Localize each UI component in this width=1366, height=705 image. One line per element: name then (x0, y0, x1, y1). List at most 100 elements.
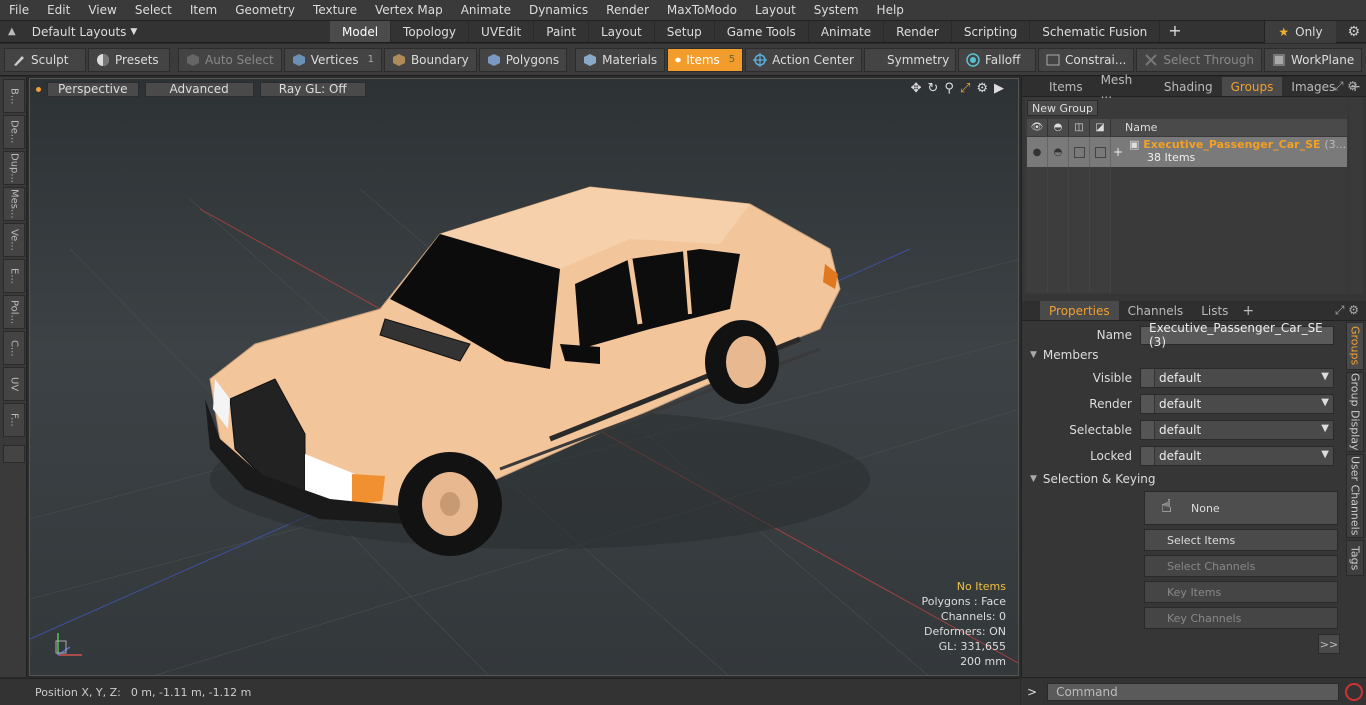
symmetry-button[interactable]: Symmetry (863, 47, 956, 72)
vtab-tags[interactable]: Tags (1346, 540, 1364, 576)
tab-shading[interactable]: Shading (1155, 77, 1222, 96)
tab-layout[interactable]: Layout (589, 21, 655, 42)
move-icon[interactable]: ✥ (911, 81, 922, 96)
tool-tab-vertex[interactable]: Ve... (3, 223, 25, 257)
lock-toggle[interactable] (1069, 137, 1090, 167)
tab-groups[interactable]: Groups (1221, 77, 1283, 96)
tab-paint[interactable]: Paint (534, 21, 589, 42)
select-through-button[interactable]: Select Through (1136, 47, 1262, 72)
zoom-icon[interactable]: ⚲ (944, 81, 954, 96)
tab-items[interactable]: Items (1040, 77, 1092, 96)
record-icon[interactable] (1345, 682, 1364, 701)
tab-uvedit[interactable]: UVEdit (469, 21, 535, 42)
add-tab-icon[interactable]: + (1237, 303, 1259, 319)
menu-select[interactable]: Select (126, 3, 181, 17)
select-channels-button[interactable]: Select Channels (1144, 555, 1338, 577)
3d-viewport[interactable]: Perspective Advanced Ray GL: Off ✥ ↻ ⚲ ⤢… (29, 78, 1019, 676)
viewport-gear-icon[interactable]: ⚙ (976, 81, 988, 96)
menu-maxtomodo[interactable]: MaxToModo (658, 3, 746, 17)
tool-tab-mesh-edit[interactable]: Mes... (3, 187, 25, 221)
more-button[interactable]: >> (1318, 634, 1340, 654)
items-button[interactable]: Items 5 (667, 47, 744, 72)
tab-render[interactable]: Render (884, 21, 952, 42)
tool-tab-extra[interactable] (3, 445, 25, 463)
expand-icon[interactable]: ⤢ ⚙ (1334, 79, 1358, 94)
vtab-groups[interactable]: Groups (1346, 322, 1364, 370)
menu-geometry[interactable]: Geometry (226, 3, 304, 17)
tab-setup[interactable]: Setup (655, 21, 715, 42)
tab-schematic-fusion[interactable]: Schematic Fusion (1030, 21, 1161, 42)
tab-game-tools[interactable]: Game Tools (715, 21, 809, 42)
members-section[interactable]: ▼ Members (1030, 346, 1340, 364)
lock-icon[interactable]: ◫ (1069, 119, 1090, 136)
expand-plus-icon[interactable]: + (1113, 145, 1123, 159)
tool-tab-uv[interactable]: UV (3, 367, 25, 401)
add-tab-icon[interactable]: + (1160, 21, 1189, 42)
menu-view[interactable]: View (79, 3, 125, 17)
tab-mesh[interactable]: Mesh ... (1092, 73, 1155, 101)
constraints-button[interactable]: Constrai... (1037, 47, 1135, 72)
menu-dynamics[interactable]: Dynamics (520, 3, 597, 17)
materials-button[interactable]: Materials (575, 47, 666, 72)
groups-scrollbar[interactable] (1349, 98, 1363, 294)
menu-vertex-map[interactable]: Vertex Map (366, 3, 452, 17)
render-toggle[interactable]: ◓ (1048, 137, 1069, 167)
tool-tab-duplicate[interactable]: Dup... (3, 151, 25, 185)
gear-icon[interactable]: ⚙ (1347, 24, 1360, 40)
menu-help[interactable]: Help (868, 3, 913, 17)
presets-button[interactable]: Presets (88, 47, 170, 72)
select-icon[interactable]: ◪ (1090, 119, 1111, 136)
layouts-dropdown[interactable]: ▲ Default Layouts ▼ (0, 21, 330, 42)
tab-lists[interactable]: Lists (1192, 301, 1237, 320)
maximize-icon[interactable]: ⤢ (960, 81, 970, 96)
visibility-toggle[interactable]: ● (1027, 137, 1048, 167)
selection-keying-section[interactable]: ▼ Selection & Keying (1030, 470, 1340, 488)
key-items-button[interactable]: Key Items (1144, 581, 1338, 603)
tab-properties[interactable]: Properties (1040, 301, 1119, 320)
command-input[interactable]: Command (1047, 682, 1340, 701)
falloff-button[interactable]: Falloff (957, 47, 1036, 72)
none-button[interactable]: ☝ None (1144, 491, 1338, 525)
view-mode-button[interactable]: Perspective (47, 81, 139, 97)
tool-tab-fusion[interactable]: F... (3, 403, 25, 437)
tool-tab-polygon[interactable]: Pol... (3, 295, 25, 329)
render-icon[interactable]: ◓ (1048, 119, 1069, 136)
menu-item[interactable]: Item (181, 3, 226, 17)
tab-animate[interactable]: Animate (809, 21, 885, 42)
new-group-button[interactable]: New Group (1027, 100, 1098, 116)
select-toggle[interactable] (1090, 137, 1111, 167)
tab-scripting[interactable]: Scripting (952, 21, 1031, 42)
selectable-select[interactable]: default ▼ (1140, 420, 1334, 440)
vtab-group-display[interactable]: Group Display (1346, 372, 1364, 452)
visible-select[interactable]: default ▼ (1140, 368, 1334, 388)
tab-topology[interactable]: Topology (391, 21, 470, 42)
tool-tab-edge[interactable]: E... (3, 259, 25, 293)
render-select[interactable]: default ▼ (1140, 394, 1334, 414)
tab-model[interactable]: Model (330, 21, 392, 42)
menu-render[interactable]: Render (597, 3, 658, 17)
menu-system[interactable]: System (805, 3, 868, 17)
raygl-button[interactable]: Ray GL: Off (259, 81, 366, 97)
menu-layout[interactable]: Layout (746, 3, 805, 17)
play-icon[interactable]: ▶ (994, 81, 1004, 96)
sculpt-button[interactable]: Sculpt (4, 47, 86, 72)
menu-edit[interactable]: Edit (38, 3, 79, 17)
select-items-button[interactable]: Select Items (1144, 529, 1338, 551)
eye-icon[interactable]: 👁 (1027, 119, 1048, 136)
polygons-button[interactable]: Polygons (478, 47, 568, 72)
tab-channels[interactable]: Channels (1119, 301, 1193, 320)
menu-animate[interactable]: Animate (452, 3, 520, 17)
group-row[interactable]: ● ◓ + ▣ Executive_Passenger_Car_SE (3...… (1027, 137, 1347, 167)
tool-tab-basic[interactable]: B... (3, 79, 25, 113)
action-center-button[interactable]: Action Center (745, 47, 862, 72)
menu-texture[interactable]: Texture (304, 3, 366, 17)
auto-select-button[interactable]: Auto Select (178, 47, 282, 72)
viewport-menu-dot[interactable] (36, 86, 41, 92)
tool-tab-deform[interactable]: De... (3, 115, 25, 149)
menu-file[interactable]: File (0, 3, 38, 17)
tool-tab-curve[interactable]: C... (3, 331, 25, 365)
rotate-icon[interactable]: ↻ (928, 81, 939, 96)
vertices-button[interactable]: Vertices 1 (283, 47, 382, 72)
locked-select[interactable]: default ▼ (1140, 446, 1334, 466)
workplane-button[interactable]: WorkPlane (1263, 47, 1363, 72)
